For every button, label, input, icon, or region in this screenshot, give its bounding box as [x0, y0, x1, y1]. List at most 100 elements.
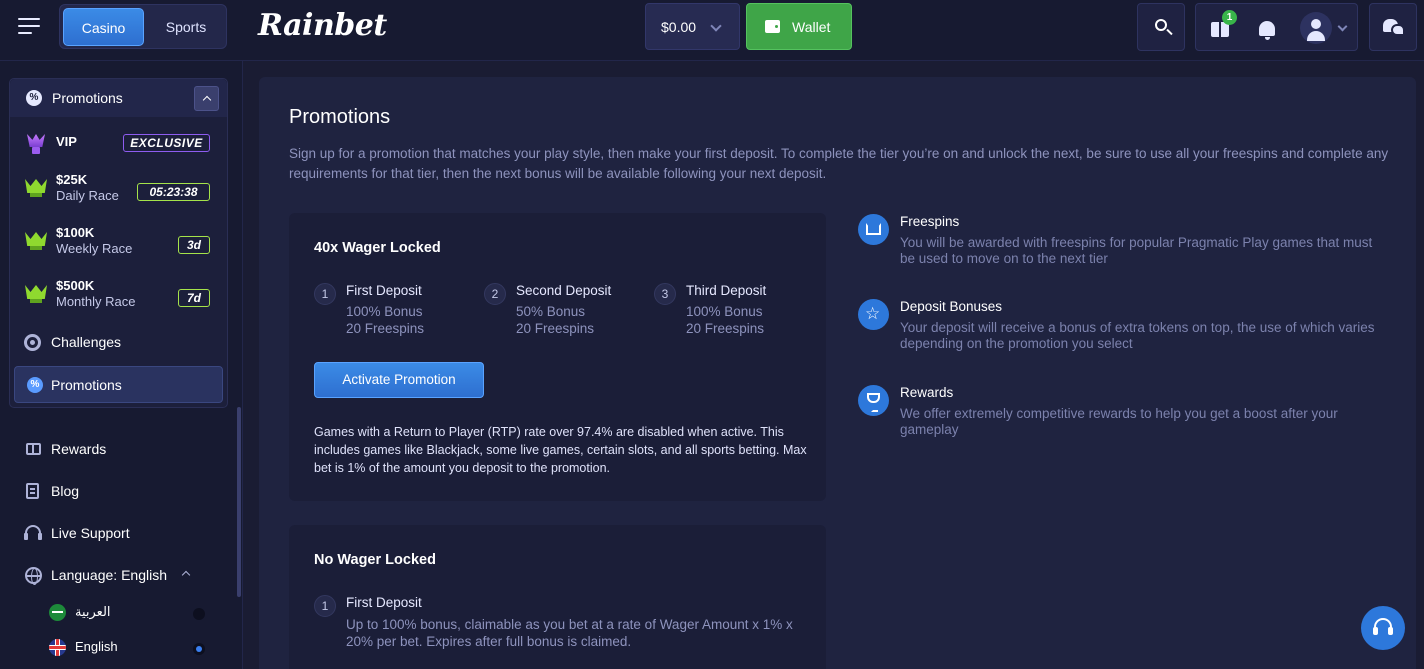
- race-timer: 7d: [178, 289, 210, 307]
- race-crown-icon: [25, 232, 47, 250]
- sidebar-item-language[interactable]: Language: English: [24, 566, 224, 586]
- sidebar-item-live-support[interactable]: Live Support: [24, 524, 224, 544]
- race-amount: $100K: [56, 225, 95, 240]
- step-number: 2: [484, 283, 506, 305]
- sidebar-item-promotions[interactable]: % Promotions: [14, 366, 223, 403]
- race-crown-icon: [25, 179, 47, 197]
- avatar[interactable]: [1300, 12, 1332, 44]
- deposit-step: 2 Second Deposit 50% Bonus 20 Freespins: [484, 283, 654, 343]
- saudi-flag-icon: [49, 604, 66, 621]
- step-title: Second Deposit: [516, 283, 612, 298]
- gift-badge: 1: [1222, 10, 1237, 25]
- promotions-section: % Promotions VIP EXCLUSIVE $25K Daily Ra…: [9, 78, 228, 408]
- step-number: 3: [654, 283, 676, 305]
- balance-dropdown[interactable]: $0.00: [645, 3, 740, 50]
- sidebar-item-monthly-race[interactable]: $500K Monthly Race 7d: [10, 278, 227, 311]
- menu-icon[interactable]: [18, 18, 40, 36]
- live-support-button[interactable]: [1361, 606, 1405, 650]
- wallet-button[interactable]: Wallet: [746, 3, 852, 50]
- chevron-down-icon: [710, 20, 722, 32]
- race-name: Daily Race: [56, 188, 119, 203]
- headset-icon: [24, 525, 42, 540]
- sidebar-item-blog[interactable]: Blog: [24, 482, 224, 502]
- feature-description: You will be awarded with freespins for p…: [900, 235, 1373, 266]
- language-option-english[interactable]: English: [49, 638, 209, 656]
- step-title: Third Deposit: [686, 283, 767, 298]
- live-support-label: Live Support: [51, 525, 130, 541]
- sidebar-item-weekly-race[interactable]: $100K Weekly Race 3d: [10, 225, 227, 258]
- feature-description: We offer extremely competitive rewards t…: [900, 406, 1338, 437]
- step-description: Up to 100% bonus, claimable as you bet a…: [346, 617, 793, 649]
- crown-icon: [858, 214, 889, 245]
- promo-card-title: No Wager Locked: [314, 552, 436, 568]
- feature-title: Freespins: [900, 214, 960, 229]
- percent-icon: %: [26, 90, 42, 106]
- race-crown-icon: [25, 285, 47, 303]
- deposit-step: 3 Third Deposit 100% Bonus 20 Freespins: [654, 283, 824, 343]
- search-icon: [1155, 19, 1167, 31]
- sidebar-item-rewards[interactable]: Rewards: [24, 440, 224, 460]
- casino-tab[interactable]: Casino: [63, 8, 144, 46]
- logo[interactable]: Rainbet: [258, 8, 387, 43]
- promo-card-no-wager: No Wager Locked 1 First Deposit Up to 10…: [289, 525, 826, 669]
- deposit-step: 1 First Deposit 100% Bonus 20 Freespins: [314, 283, 484, 343]
- globe-icon: [25, 567, 42, 585]
- race-amount: $500K: [56, 278, 95, 293]
- race-timer: 05:23:38: [137, 183, 210, 201]
- race-name: Weekly Race: [56, 241, 133, 256]
- uk-flag-icon: [49, 639, 66, 656]
- star-icon: ☆: [858, 299, 889, 330]
- chevron-down-icon[interactable]: [1337, 21, 1348, 32]
- promo-card-40x: 40x Wager Locked 1 First Deposit 100% Bo…: [289, 213, 826, 501]
- percent-icon: %: [27, 377, 43, 393]
- mode-switch: Casino Sports: [59, 4, 227, 49]
- chat-button[interactable]: [1369, 3, 1417, 51]
- challenges-label: Challenges: [51, 334, 122, 350]
- language-radio-selected[interactable]: [193, 643, 205, 655]
- user-controls: 1: [1195, 3, 1358, 51]
- sidebar: % Promotions VIP EXCLUSIVE $25K Daily Ra…: [0, 61, 243, 669]
- language-option-label: English: [75, 639, 118, 654]
- vip-label: VIP: [56, 134, 77, 149]
- promotions-label: Promotions: [51, 377, 122, 393]
- chevron-up-icon: [181, 570, 191, 580]
- balance-value: $0.00: [661, 19, 697, 35]
- step-freespins: 20 Freespins: [686, 321, 765, 336]
- race-name: Monthly Race: [56, 294, 136, 309]
- top-bar: Casino Sports Rainbet $0.00 Wallet 1: [0, 0, 1424, 61]
- search-button[interactable]: [1137, 3, 1185, 51]
- page-title: Promotions: [289, 106, 391, 128]
- step-title: First Deposit: [346, 283, 422, 298]
- step-bonus: 50% Bonus: [516, 304, 586, 319]
- step-number: 1: [314, 595, 336, 617]
- exclusive-badge: EXCLUSIVE: [123, 134, 210, 152]
- promotions-panel: Promotions Sign up for a promotion that …: [259, 77, 1416, 669]
- language-radio[interactable]: [193, 608, 205, 620]
- page-description: Sign up for a promotion that matches you…: [289, 146, 1389, 181]
- deposit-step: 1 First Deposit Up to 100% bonus, claima…: [314, 595, 814, 655]
- feature-title: Deposit Bonuses: [900, 299, 1003, 314]
- sports-tab[interactable]: Sports: [148, 8, 224, 46]
- sidebar-scrollbar[interactable]: [237, 407, 241, 597]
- target-icon: [24, 334, 41, 351]
- language-option-arabic[interactable]: العربية: [49, 603, 209, 621]
- step-number: 1: [314, 283, 336, 305]
- sidebar-item-vip[interactable]: VIP EXCLUSIVE: [10, 133, 227, 157]
- race-timer: 3d: [178, 236, 210, 254]
- activate-promotion-button[interactable]: Activate Promotion: [314, 362, 484, 398]
- feature-title: Rewards: [900, 385, 954, 400]
- step-freespins: 20 Freespins: [516, 321, 595, 336]
- sidebar-item-daily-race[interactable]: $25K Daily Race 05:23:38: [10, 172, 227, 205]
- bell-icon[interactable]: [1259, 21, 1275, 40]
- race-amount: $25K: [56, 172, 88, 187]
- collapse-button[interactable]: [194, 86, 219, 111]
- sidebar-item-challenges[interactable]: Challenges: [10, 334, 227, 356]
- headset-icon: [1373, 618, 1393, 635]
- promotions-section-header[interactable]: % Promotions: [10, 79, 227, 117]
- language-label: Language: English: [51, 567, 167, 583]
- crown-icon: [25, 133, 47, 155]
- language-option-label: العربية: [75, 604, 111, 619]
- gift-icon: [26, 443, 41, 455]
- step-bonus: 100% Bonus: [686, 304, 763, 319]
- promotions-header-label: Promotions: [52, 90, 123, 106]
